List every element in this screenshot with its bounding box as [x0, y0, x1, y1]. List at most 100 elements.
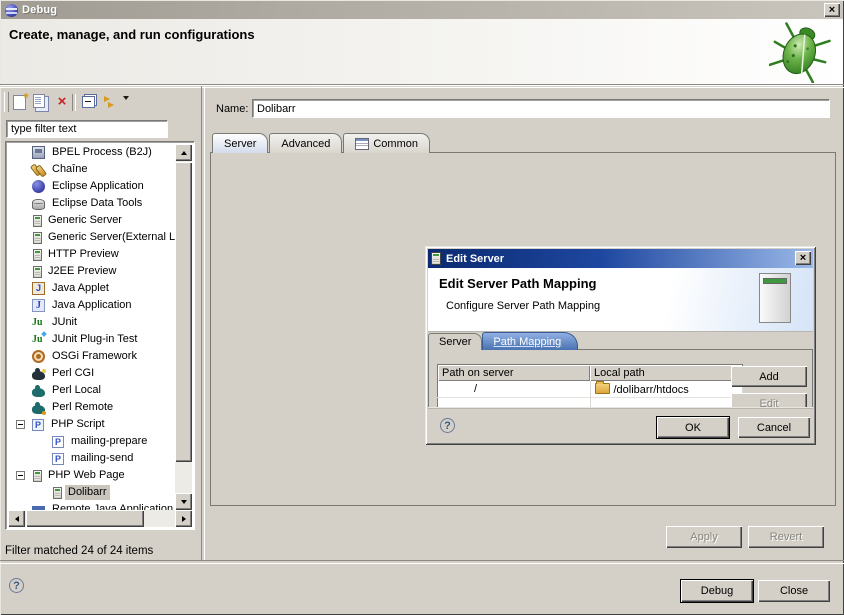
server-tower-icon: [759, 273, 791, 323]
tree-item[interactable]: BPEL Process (B2J): [8, 144, 175, 161]
tree-item[interactable]: Java Application: [8, 297, 175, 314]
tree-item[interactable]: mailing-prepare: [8, 433, 175, 450]
tree-item-icon: [32, 146, 45, 159]
configuration-tabs: Server Advanced Common: [212, 133, 431, 153]
path-mapping-pane: Path on server Local path / /dolibarr/ht…: [428, 349, 813, 412]
tab-server[interactable]: Server: [212, 133, 268, 153]
toolbar-menu-button[interactable]: [123, 100, 129, 112]
tree-item[interactable]: mailing-send: [8, 450, 175, 467]
filter-input[interactable]: [6, 120, 168, 138]
tree-expander-icon[interactable]: [16, 420, 25, 429]
cancel-button[interactable]: Cancel: [738, 417, 810, 438]
tree-item-icon: [52, 453, 64, 465]
tree-item[interactable]: Chaîne: [8, 161, 175, 178]
tree-item-icon: [32, 333, 45, 346]
window-titlebar[interactable]: Debug: [1, 1, 843, 19]
tree-item[interactable]: OSGi Framework: [8, 348, 175, 365]
tree-item-icon: [32, 388, 45, 397]
name-input[interactable]: [252, 99, 830, 118]
dialog-button-bar: ? OK Cancel: [428, 408, 813, 442]
tree-item[interactable]: Perl Local: [8, 382, 175, 399]
dialog-tab-server[interactable]: Server: [428, 333, 482, 350]
dialog-close-button[interactable]: ×: [795, 251, 811, 265]
dialog-titlebar[interactable]: Edit Server: [428, 249, 813, 268]
column-local-path[interactable]: Local path: [590, 365, 743, 382]
scroll-up-button[interactable]: [175, 144, 192, 161]
tree-item[interactable]: Dolibarr: [8, 484, 175, 501]
tree-item-icon: [32, 199, 45, 210]
panel-sash[interactable]: [201, 86, 205, 560]
window-close-button[interactable]: ×: [824, 3, 840, 17]
table-icon: [355, 138, 369, 150]
tree-item[interactable]: Java Applet: [8, 280, 175, 297]
scroll-right-button[interactable]: [175, 510, 192, 527]
tree-item-icon: [33, 249, 42, 261]
scroll-down-button[interactable]: [175, 493, 192, 510]
tree-item[interactable]: PHP Script: [8, 416, 175, 433]
dialog-help-button[interactable]: ?: [440, 418, 455, 433]
table-row[interactable]: / /dolibarr/htdocs: [438, 381, 743, 398]
delete-configuration-button[interactable]: ×: [52, 92, 72, 112]
column-path-on-server[interactable]: Path on server: [438, 365, 591, 382]
tree-item[interactable]: Remote Java Application: [8, 501, 175, 510]
tree-item[interactable]: Perl CGI: [8, 365, 175, 382]
duplicate-icon: [33, 94, 45, 108]
tree-item[interactable]: JUnit: [8, 314, 175, 331]
tree-expander-icon[interactable]: [16, 471, 25, 480]
tree-item[interactable]: Generic Server: [8, 212, 175, 229]
tree-item[interactable]: PHP Web Page: [8, 467, 175, 484]
tree-item[interactable]: J2EE Preview: [8, 263, 175, 280]
apply-button[interactable]: Apply: [666, 526, 742, 548]
dialog-subheading: Configure Server Path Mapping: [446, 300, 600, 312]
server-icon: [431, 252, 441, 265]
horizontal-scroll-thumb[interactable]: [26, 510, 144, 527]
vertical-scroll-thumb[interactable]: [175, 162, 192, 462]
close-button[interactable]: Close: [758, 580, 830, 602]
edit-server-dialog: Edit Server × Edit Server Path Mapping C…: [425, 246, 816, 445]
folder-icon: [595, 383, 610, 394]
collapse-all-button[interactable]: [78, 92, 98, 112]
scroll-left-button[interactable]: [8, 510, 25, 527]
dialog-tabs: Server Path Mapping: [428, 331, 578, 350]
arrow-right-icon: [182, 516, 186, 522]
arrow-down-icon: [181, 500, 187, 504]
tree-item-icon: [32, 350, 45, 363]
bug-icon: [769, 21, 831, 83]
revert-button[interactable]: Revert: [748, 526, 824, 548]
tree-item-icon: [33, 266, 42, 278]
filter-button[interactable]: [100, 92, 120, 112]
window-title: Debug: [22, 4, 57, 16]
tree-item[interactable]: Eclipse Data Tools: [8, 195, 175, 212]
tree-item-icon: [53, 487, 62, 499]
tree-item-icon: [32, 405, 45, 414]
tree-item[interactable]: Generic Server(External La: [8, 229, 175, 246]
tab-common[interactable]: Common: [343, 133, 430, 153]
add-mapping-button[interactable]: Add: [731, 366, 807, 387]
name-label: Name:: [216, 103, 248, 115]
tree-horizontal-scrollbar[interactable]: [8, 510, 192, 527]
tab-advanced[interactable]: Advanced: [269, 133, 342, 153]
path-mapping-table[interactable]: Path on server Local path / /dolibarr/ht…: [437, 364, 743, 412]
filter-icon: [103, 96, 117, 108]
arrow-left-icon: [15, 516, 19, 522]
duplicate-configuration-button[interactable]: [32, 92, 52, 112]
tree-item-icon: [33, 470, 42, 482]
tree-item[interactable]: HTTP Preview: [8, 246, 175, 263]
dialog-heading: Edit Server Path Mapping: [439, 276, 596, 291]
tree-vertical-scrollbar[interactable]: [175, 144, 192, 510]
debug-button[interactable]: Debug: [681, 580, 753, 602]
help-button[interactable]: ?: [9, 578, 24, 593]
tree-item-icon: [32, 163, 45, 176]
banner-heading: Create, manage, and run configurations: [9, 27, 255, 42]
chevron-down-icon: [123, 96, 129, 112]
arrow-up-icon: [181, 151, 187, 155]
tree-item[interactable]: Eclipse Application: [8, 178, 175, 195]
dialog-tab-path-mapping[interactable]: Path Mapping: [482, 332, 578, 350]
collapse-all-icon: [82, 96, 95, 108]
tree-item[interactable]: Perl Remote: [8, 399, 175, 416]
tree-item[interactable]: JUnit Plug-in Test: [8, 331, 175, 348]
ok-button[interactable]: OK: [657, 417, 729, 438]
tree-item-icon: [32, 180, 45, 193]
new-configuration-button[interactable]: [9, 92, 29, 112]
filter-status-text: Filter matched 24 of 24 items: [5, 545, 153, 557]
